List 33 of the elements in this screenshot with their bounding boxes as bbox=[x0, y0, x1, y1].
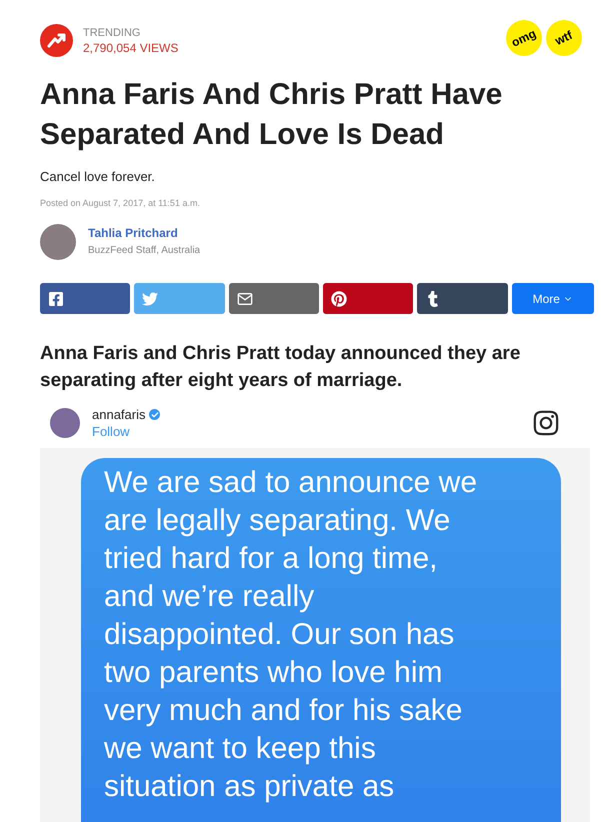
article-title: Anna Faris And Chris Pratt Have Separated And Love Is Dead bbox=[40, 77, 504, 153]
share-button[interactable] bbox=[228, 283, 319, 314]
message-line: tried hard for a long time, bbox=[104, 541, 439, 577]
message-line: and we’re really bbox=[104, 579, 316, 615]
instagram-icon[interactable] bbox=[532, 409, 560, 437]
view-count: 2,790,054 VIEWS bbox=[83, 40, 178, 56]
message-line: are legally separating. We bbox=[104, 503, 452, 539]
trending-icon bbox=[40, 24, 73, 57]
reaction-badge[interactable]: omg bbox=[506, 20, 542, 56]
author-name[interactable]: Tahlia Pritchard bbox=[88, 225, 200, 242]
share-button[interactable] bbox=[40, 283, 130, 314]
message-line: two parents who love him bbox=[104, 655, 444, 691]
author-role: BuzzFeed Staff, Australia bbox=[88, 244, 200, 258]
message-line: very much and for his sake bbox=[104, 693, 464, 729]
message-line: disappointed. Our son has bbox=[104, 617, 456, 653]
trending-label: TRENDING bbox=[83, 26, 142, 40]
lead-paragraph: Anna Faris and Chris Pratt today announced they are separating after eight years of marriage. bbox=[40, 342, 522, 393]
message-line: we want to keep this bbox=[104, 731, 377, 767]
share-button[interactable] bbox=[322, 283, 414, 314]
mail-icon bbox=[236, 290, 253, 306]
reaction-badge[interactable]: wtf bbox=[546, 20, 582, 56]
more-button[interactable]: More bbox=[512, 283, 594, 314]
username[interactable]: annafaris bbox=[92, 406, 146, 423]
user-avatar bbox=[50, 408, 80, 438]
article-subtitle: Cancel love forever. bbox=[40, 168, 156, 186]
pinterest-icon bbox=[330, 290, 347, 306]
author-avatar bbox=[40, 224, 76, 260]
message-line: situation as private as bbox=[104, 769, 396, 805]
post-date: Posted on August 7, 2017, at 11:51 a.m. bbox=[40, 196, 201, 210]
bird-icon bbox=[142, 290, 158, 306]
facebook-icon bbox=[48, 290, 64, 306]
share-button[interactable] bbox=[417, 283, 508, 314]
message-line: We are sad to announce we bbox=[104, 465, 478, 501]
